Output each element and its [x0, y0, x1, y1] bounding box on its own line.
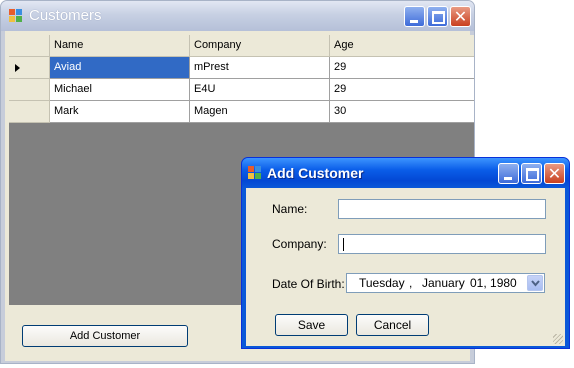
- dob-day-year[interactable]: 01, 1980: [470, 276, 517, 290]
- dialog-titlebar[interactable]: Add Customer ✕: [242, 158, 569, 188]
- minimize-icon: [504, 177, 512, 180]
- company-label: Company:: [272, 237, 327, 251]
- dialog-client: Name: Company: Date Of Birth: Tuesday , …: [246, 188, 565, 346]
- table-row[interactable]: Michael E4U 29: [9, 79, 474, 101]
- chevron-down-icon: [531, 280, 540, 287]
- minimize-button[interactable]: [498, 163, 519, 184]
- maximize-button[interactable]: [427, 6, 448, 27]
- cell-company[interactable]: E4U: [190, 79, 330, 101]
- dialog-title: Add Customer: [267, 165, 364, 181]
- cell-name[interactable]: Aviad: [50, 57, 190, 79]
- close-button[interactable]: ✕: [450, 6, 471, 27]
- minimize-button[interactable]: [404, 6, 425, 27]
- table-row[interactable]: Aviad mPrest 29: [9, 57, 474, 79]
- dob-label: Date Of Birth:: [272, 277, 345, 291]
- table-row[interactable]: Mark Magen 30: [9, 101, 474, 123]
- maximize-icon: [526, 168, 539, 181]
- window-title: Customers: [29, 7, 102, 24]
- row-header[interactable]: [9, 79, 50, 101]
- app-icon: [9, 9, 23, 23]
- cell-name[interactable]: Michael: [50, 79, 190, 101]
- cancel-button[interactable]: Cancel: [356, 314, 429, 336]
- close-icon: ✕: [547, 164, 562, 183]
- row-header[interactable]: [9, 101, 50, 123]
- resize-grip[interactable]: [553, 334, 563, 344]
- row-header[interactable]: [9, 57, 50, 79]
- customers-titlebar[interactable]: Customers ✕: [1, 1, 474, 31]
- minimize-icon: [410, 20, 418, 23]
- grid-header: Name Company Age: [9, 35, 474, 57]
- cell-age[interactable]: 29: [330, 57, 474, 79]
- app-icon: [248, 166, 262, 180]
- close-icon: ✕: [453, 7, 468, 26]
- current-row-icon: [15, 64, 20, 72]
- text-caret: [343, 238, 344, 252]
- close-button[interactable]: ✕: [544, 163, 565, 184]
- dob-dropdown-button[interactable]: [527, 275, 543, 291]
- cell-age[interactable]: 29: [330, 79, 474, 101]
- dob-month[interactable]: January: [422, 276, 465, 290]
- date-of-birth-picker[interactable]: Tuesday , January 01, 1980: [346, 273, 545, 293]
- maximize-button[interactable]: [521, 163, 542, 184]
- name-label: Name:: [272, 202, 308, 216]
- company-field[interactable]: [338, 234, 546, 254]
- add-customer-button[interactable]: Add Customer: [22, 325, 188, 347]
- dob-separator: ,: [409, 276, 413, 290]
- dob-weekday[interactable]: Tuesday: [359, 276, 405, 290]
- maximize-icon: [432, 11, 445, 24]
- add-customer-dialog: Add Customer ✕ Name: Company: Date Of Bi…: [241, 157, 570, 349]
- name-field[interactable]: [338, 199, 546, 219]
- cell-company[interactable]: mPrest: [190, 57, 330, 79]
- cell-company[interactable]: Magen: [190, 101, 330, 123]
- cell-age[interactable]: 30: [330, 101, 474, 123]
- cell-name[interactable]: Mark: [50, 101, 190, 123]
- save-button[interactable]: Save: [275, 314, 348, 336]
- grid-corner[interactable]: [9, 35, 50, 57]
- column-header-age[interactable]: Age: [330, 35, 474, 57]
- column-header-company[interactable]: Company: [190, 35, 330, 57]
- column-header-name[interactable]: Name: [50, 35, 190, 57]
